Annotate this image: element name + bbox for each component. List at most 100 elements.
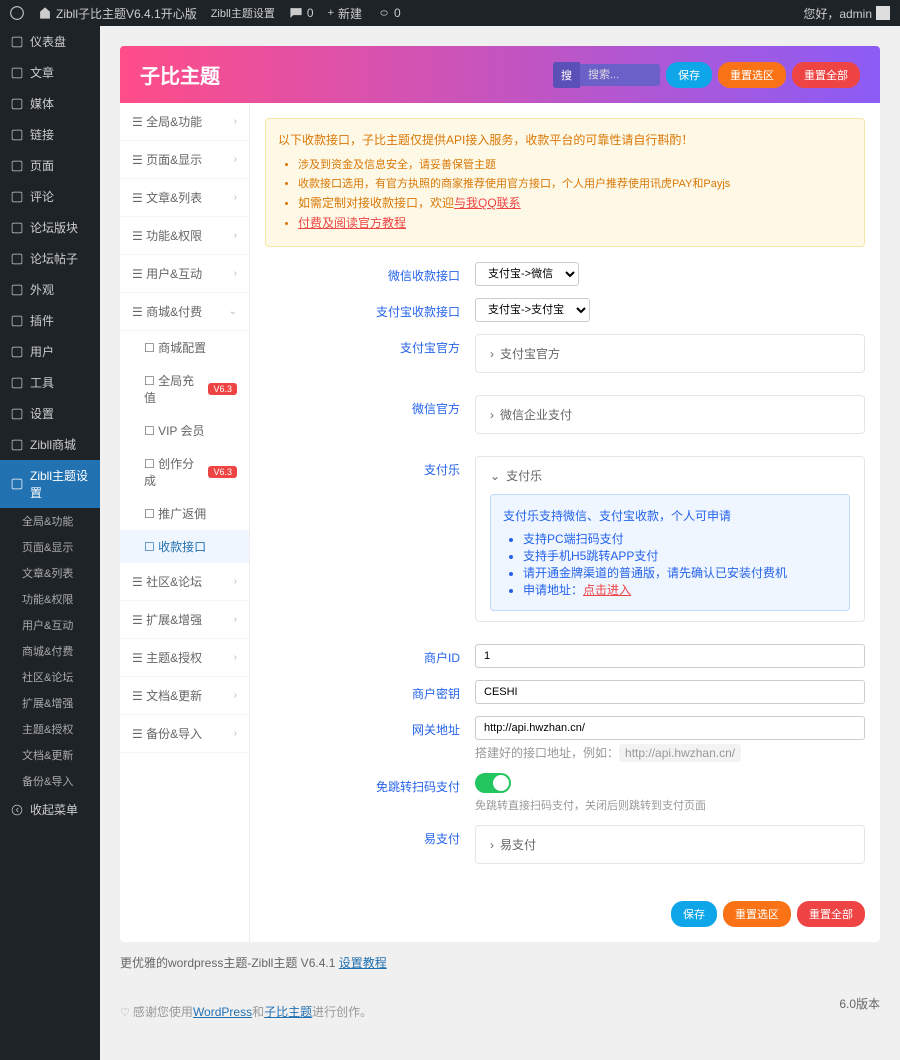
- reset-section-button-bottom[interactable]: 重置选区: [723, 901, 791, 927]
- sidebar-item-user[interactable]: 用户: [0, 336, 100, 367]
- sidebar-sub[interactable]: 页面&显示: [0, 534, 100, 560]
- tutorial-link-footer[interactable]: 设置教程: [339, 956, 387, 970]
- alipay-official-section[interactable]: › 支付宝官方: [475, 334, 865, 373]
- qq-link[interactable]: 与我QQ联系: [454, 196, 521, 210]
- merchant-secret-input[interactable]: [475, 680, 865, 704]
- site-name[interactable]: Zibll子比主题V6.4.1开心版: [38, 5, 197, 22]
- sidebar-item-gear[interactable]: Zibll主题设置: [0, 460, 100, 508]
- sidebar-item-link[interactable]: 链接: [0, 119, 100, 150]
- reset-all-button-bottom[interactable]: 重置全部: [797, 901, 865, 927]
- user-greeting[interactable]: 您好，admin: [803, 5, 890, 22]
- sidebar-sub[interactable]: 备份&导入: [0, 768, 100, 794]
- admin-bar: Zibll子比主题V6.4.1开心版 Zibll主题设置 0 + 新建 0 您好…: [0, 0, 900, 26]
- gateway-label: 网关地址: [265, 716, 475, 738]
- no-redirect-hint: 免跳转直接扫码支付，关闭后则跳转到支付页面: [475, 797, 865, 813]
- merchant-secret-label: 商户密钥: [265, 680, 475, 702]
- sidebar-sub[interactable]: 文档&更新: [0, 742, 100, 768]
- sidebar-item-dashboard[interactable]: 仪表盘: [0, 26, 100, 57]
- tutorial-link[interactable]: 付费及阅读官方教程: [298, 216, 406, 230]
- nav-group[interactable]: ☰ 全局&功能›: [120, 103, 249, 141]
- nav-group[interactable]: ☰ 主题&授权›: [120, 639, 249, 677]
- sidebar-sub[interactable]: 社区&论坛: [0, 664, 100, 690]
- wp-logo[interactable]: [10, 6, 24, 20]
- zhifule-label: 支付乐: [265, 456, 475, 478]
- theme-link[interactable]: Zibll主题设置: [211, 5, 275, 21]
- nav-sub[interactable]: ☐ 商城配置: [120, 331, 249, 364]
- no-redirect-toggle[interactable]: [475, 773, 511, 793]
- search-input[interactable]: [580, 64, 660, 86]
- links-count[interactable]: 0: [376, 6, 401, 20]
- notice-item: 如需定制对接收款接口，欢迎与我QQ联系: [298, 194, 852, 211]
- new-content[interactable]: + 新建: [328, 5, 362, 22]
- wechat-gateway-select[interactable]: 支付宝->微信: [475, 262, 579, 286]
- sidebar-item-page[interactable]: 页面: [0, 150, 100, 181]
- sidebar-sub[interactable]: 文章&列表: [0, 560, 100, 586]
- sidebar-sub[interactable]: 全局&功能: [0, 508, 100, 534]
- alipay-official-label: 支付宝官方: [265, 334, 475, 356]
- nav-sub[interactable]: ☐ VIP 会员: [120, 414, 249, 447]
- apply-link[interactable]: 点击进入: [583, 583, 631, 597]
- notice-item: 付费及阅读官方教程: [298, 214, 852, 231]
- notice-item: 涉及到资金及信息安全，请妥善保管主题: [298, 156, 852, 172]
- nav-group[interactable]: ☰ 商城&付费⌄: [120, 293, 249, 331]
- nav-group[interactable]: ☰ 文档&更新›: [120, 677, 249, 715]
- zhifule-section: ⌄ 支付乐 支付乐支持微信、支付宝收款，个人可申请 支持PC端扫码支付 支持手机…: [475, 456, 865, 622]
- theme-link-footer[interactable]: 子比主题: [264, 1005, 312, 1019]
- nav-group[interactable]: ☰ 备份&导入›: [120, 715, 249, 753]
- gateway-hint: 搭建好的接口地址，例如：http://api.hwzhan.cn/: [475, 744, 865, 761]
- sidebar-sub[interactable]: 扩展&增强: [0, 690, 100, 716]
- settings-nav: ☰ 全局&功能›☰ 页面&显示›☰ 文章&列表›☰ 功能&权限›☰ 用户&互动›…: [120, 103, 250, 942]
- save-button-bottom[interactable]: 保存: [671, 901, 717, 927]
- sidebar-item-tool[interactable]: 工具: [0, 367, 100, 398]
- sidebar-sub[interactable]: 功能&权限: [0, 586, 100, 612]
- sidebar-item-cart[interactable]: Zibll商城: [0, 429, 100, 460]
- version-text: 6.0版本: [839, 995, 880, 1028]
- save-button[interactable]: 保存: [666, 62, 712, 88]
- sidebar-sub[interactable]: 商城&付费: [0, 638, 100, 664]
- alipay-gateway-select[interactable]: 支付宝->支付宝: [475, 298, 590, 322]
- notice-item: 收款接口选用，有官方执照的商家推荐使用官方接口，个人用户推荐使用讯虎PAY和Pa…: [298, 175, 852, 191]
- nav-group[interactable]: ☰ 社区&论坛›: [120, 563, 249, 601]
- nav-group[interactable]: ☰ 用户&互动›: [120, 255, 249, 293]
- sidebar-item-media[interactable]: 媒体: [0, 88, 100, 119]
- nav-group[interactable]: ☰ 文章&列表›: [120, 179, 249, 217]
- settings-main: 以下收款接口，子比主题仅提供API接入服务，收款平台的可靠性请自行斟酌！ 涉及到…: [250, 103, 880, 942]
- settings-panel: 子比主题 搜 保存 重置选区 重置全部 ☰ 全局&功能›☰ 页面&显示›☰ 文章…: [120, 46, 880, 942]
- thanks-text: ♡ 感谢您使用WordPress和子比主题进行创作。: [120, 995, 372, 1028]
- nav-group[interactable]: ☰ 扩展&增强›: [120, 601, 249, 639]
- nav-sub[interactable]: ☐ 收款接口: [120, 530, 249, 563]
- sidebar-item-setting[interactable]: 设置: [0, 398, 100, 429]
- search-label: 搜: [553, 62, 580, 88]
- no-redirect-label: 免跳转扫码支付: [265, 773, 475, 795]
- gateway-input[interactable]: [475, 716, 865, 740]
- avatar-icon: [876, 6, 890, 20]
- panel-title: 子比主题: [140, 60, 220, 89]
- sidebar-item-forum[interactable]: 论坛版块: [0, 212, 100, 243]
- nav-sub[interactable]: ☐ 推广返佣: [120, 497, 249, 530]
- panel-header: 子比主题 搜 保存 重置选区 重置全部: [120, 46, 880, 103]
- notice-title: 以下收款接口，子比主题仅提供API接入服务，收款平台的可靠性请自行斟酌！: [278, 131, 852, 148]
- sidebar-item-post[interactable]: 文章: [0, 57, 100, 88]
- wechat-official-section[interactable]: › 微信企业支付: [475, 395, 865, 434]
- sidebar-sub[interactable]: 用户&互动: [0, 612, 100, 638]
- collapse-menu[interactable]: 收起菜单: [0, 794, 100, 825]
- sidebar-item-plugin[interactable]: 插件: [0, 305, 100, 336]
- merchant-id-label: 商户ID: [265, 644, 475, 666]
- wechat-official-label: 微信官方: [265, 395, 475, 417]
- sidebar-item-comment[interactable]: 评论: [0, 181, 100, 212]
- comments-count[interactable]: 0: [289, 6, 314, 20]
- nav-sub[interactable]: ☐ 全局充值V6.3: [120, 364, 249, 414]
- nav-group[interactable]: ☰ 页面&显示›: [120, 141, 249, 179]
- reset-section-button[interactable]: 重置选区: [718, 62, 786, 88]
- wp-link[interactable]: WordPress: [193, 1005, 252, 1019]
- sidebar-item-appearance[interactable]: 外观: [0, 274, 100, 305]
- yizhifu-section[interactable]: › 易支付: [475, 825, 865, 864]
- reset-all-button[interactable]: 重置全部: [792, 62, 860, 88]
- merchant-id-input[interactable]: [475, 644, 865, 668]
- nav-group[interactable]: ☰ 功能&权限›: [120, 217, 249, 255]
- sidebar-sub[interactable]: 主题&授权: [0, 716, 100, 742]
- nav-sub[interactable]: ☐ 创作分成V6.3: [120, 447, 249, 497]
- yizhifu-label: 易支付: [265, 825, 475, 847]
- alipay-gateway-label: 支付宝收款接口: [265, 298, 475, 320]
- sidebar-item-forum[interactable]: 论坛帖子: [0, 243, 100, 274]
